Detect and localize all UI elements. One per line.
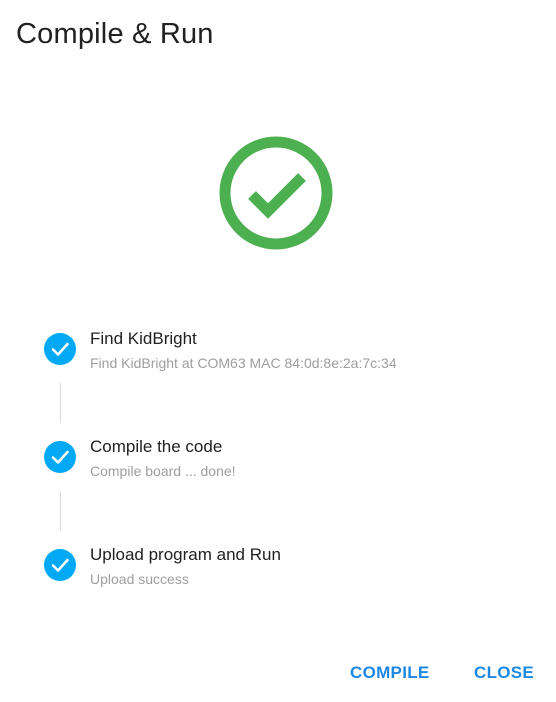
step-connector [60,383,61,423]
step-3-check-icon [44,549,76,581]
step-1-title: Find KidBright [90,329,197,348]
step-2-title: Compile the code [90,437,223,456]
step-3-subtitle: Upload success [90,571,189,587]
step-1-subtitle: Find KidBright at COM63 MAC 84:0d:8e:2a:… [90,355,397,371]
step-2-check-icon [44,441,76,473]
step-3-title: Upload program and Run [90,545,281,564]
step-1-check-icon [44,333,76,365]
dialog-title: Compile & Run [16,18,214,50]
success-check-icon [219,136,333,250]
step-2-subtitle: Compile board ... done! [90,463,236,479]
compile-run-dialog: Compile & Run Find KidBright Find KidBri… [0,0,556,702]
step-connector [60,491,61,531]
close-button[interactable]: CLOSE [474,660,534,686]
compile-button[interactable]: COMPILE [350,660,430,686]
